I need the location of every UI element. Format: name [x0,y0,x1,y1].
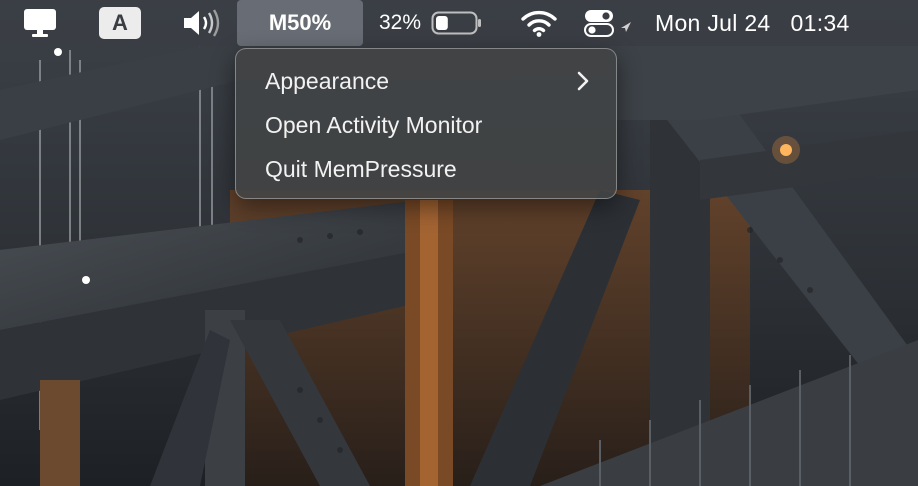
volume-icon-glyph [184,9,220,37]
menu-item-label: Quit MemPressure [265,155,457,182]
menu-item-open-activity-monitor[interactable]: Open Activity Monitor [236,103,616,147]
mempressure-status-item[interactable]: M50% [237,0,363,46]
wifi-icon[interactable] [518,0,560,46]
input-source-label: A [99,7,141,39]
location-arrow-icon [621,22,631,32]
battery-icon-glyph [431,11,481,35]
menu-bar: A M50% 32% Mon Jul 24 01:34 [0,0,918,46]
chevron-right-icon [577,71,589,91]
battery-percentage-text: 32% [378,11,422,34]
input-source-icon[interactable]: A [97,0,143,46]
clock-date: Mon Jul 24 [655,9,771,36]
display-icon-glyph [24,9,56,37]
wifi-icon-glyph [521,10,557,37]
control-center-icon-glyph [584,10,631,37]
volume-icon[interactable] [180,0,224,46]
menu-item-label: Open Activity Monitor [265,111,483,138]
clock-time: 01:34 [790,9,850,36]
menubar-clock[interactable]: Mon Jul 24 01:34 [655,0,891,46]
battery-icon[interactable] [430,0,484,46]
mempressure-label: M50% [268,10,332,35]
menu-item-appearance[interactable]: Appearance [236,59,616,103]
menu-item-label: Appearance [265,67,390,94]
mempressure-dropdown-menu: Appearance Open Activity Monitor Quit Me… [235,48,617,199]
display-icon[interactable] [22,0,58,46]
desktop-screen: A M50% 32% Mon Jul 24 01:34 Appearance O… [0,0,918,486]
control-center-icon[interactable] [582,0,634,46]
battery-percentage[interactable]: 32% [374,0,426,46]
menu-item-quit-mempressure[interactable]: Quit MemPressure [236,147,616,191]
